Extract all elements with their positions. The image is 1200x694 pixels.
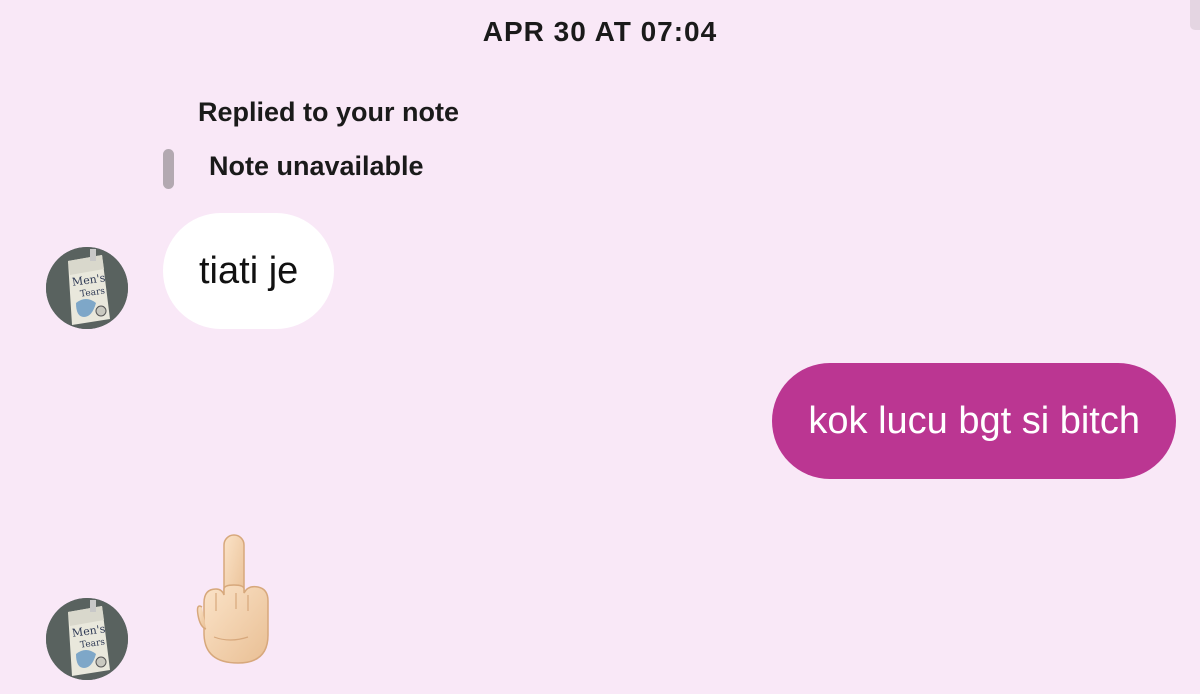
- replied-note-preview[interactable]: Note unavailable: [209, 151, 424, 182]
- mens-tears-carton-icon: Men's Tears: [46, 247, 128, 329]
- reply-quote-bar: [163, 149, 174, 189]
- outgoing-message-text: kok lucu bgt si bitch: [808, 399, 1140, 442]
- middle-finger-emoji-icon: [196, 534, 269, 664]
- incoming-message-text: tiati je: [199, 249, 299, 292]
- avatar[interactable]: Men's Tears: [46, 247, 128, 329]
- reply-context-label: Replied to your note: [198, 97, 460, 127]
- mens-tears-carton-icon: Men's Tears: [46, 598, 128, 680]
- avatar[interactable]: Men's Tears: [46, 598, 128, 680]
- middle-finger-emoji-message[interactable]: [190, 533, 280, 678]
- incoming-message-bubble[interactable]: tiati je: [163, 213, 335, 329]
- message-timestamp: APR 30 AT 07:04: [482, 16, 718, 47]
- outgoing-message-bubble[interactable]: kok lucu bgt si bitch: [772, 363, 1176, 479]
